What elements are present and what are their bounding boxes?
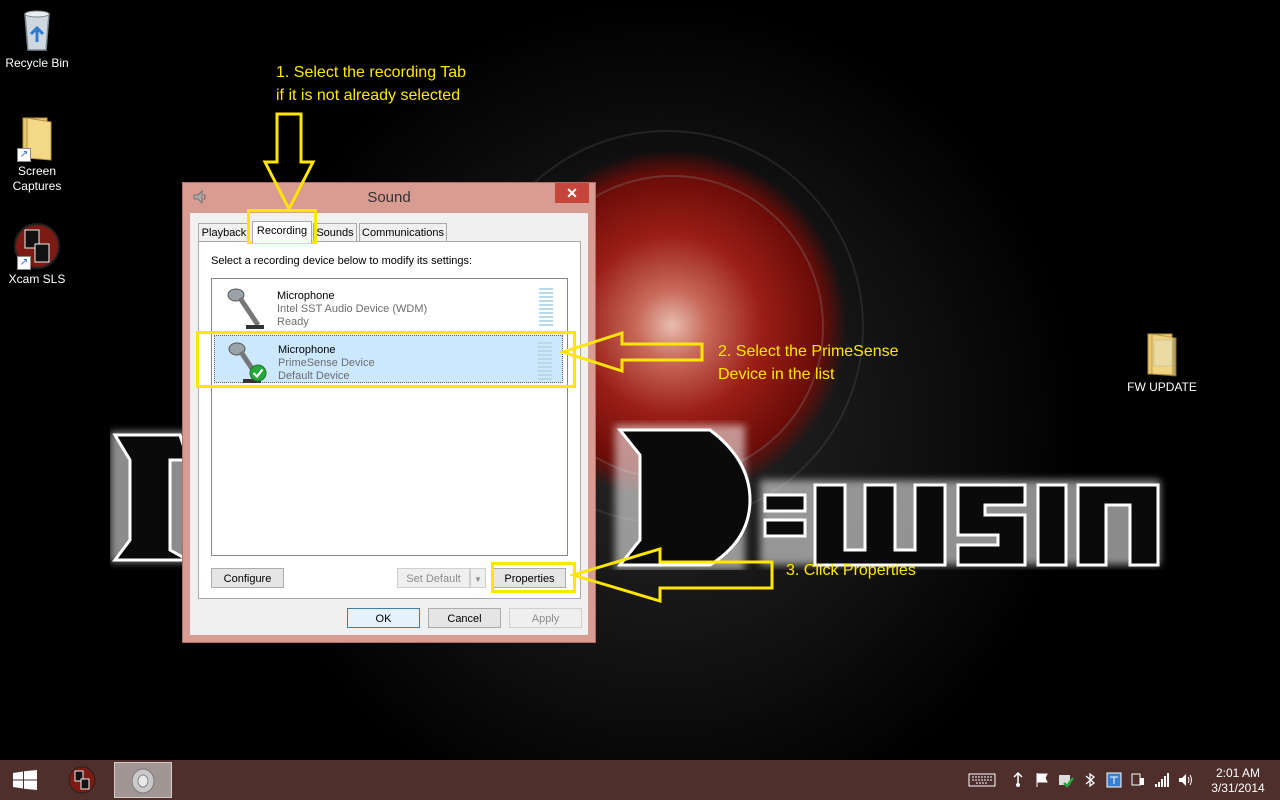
desktop-icon-label: FW UPDATE: [1127, 380, 1197, 394]
tab-playback[interactable]: Playback: [198, 223, 250, 242]
recording-tab-panel: Select a recording device below to modif…: [198, 241, 581, 599]
desktop-icon-label: Xcam SLS: [8, 272, 66, 286]
shortcut-arrow-icon: ↗: [17, 148, 31, 162]
tab-recording[interactable]: Recording: [252, 221, 312, 243]
taskbar: 2:01 AM 3/31/2014: [0, 760, 1280, 800]
apply-button[interactable]: Apply: [509, 608, 582, 628]
annotation-text: 1. Select the recording Tab: [276, 64, 467, 81]
recycle-bin-icon: [13, 6, 61, 54]
security-check-icon[interactable]: [1058, 772, 1074, 788]
set-default-button[interactable]: Set Default: [397, 568, 470, 588]
highlight-primesense-device: [196, 331, 576, 388]
folder-icon: ↗: [13, 114, 61, 162]
device-row-intel-mic[interactable]: Microphone Intel SST Audio Device (WDM) …: [214, 282, 563, 330]
annotation-arrow-down-icon: [262, 112, 316, 212]
language-icon[interactable]: [1106, 772, 1122, 788]
clock-time: 2:01 AM: [1215, 766, 1261, 780]
shortcut-arrow-icon: ↗: [17, 256, 31, 270]
start-button[interactable]: [0, 760, 50, 800]
desktop-icon-xcam-sls[interactable]: ↗ Xcam SLS: [0, 222, 77, 287]
bluetooth-icon[interactable]: [1082, 772, 1098, 788]
clock-date: 3/31/2014: [1211, 781, 1265, 795]
tab-sounds[interactable]: Sounds: [313, 223, 357, 242]
device-driver: Intel SST Audio Device (WDM): [277, 303, 428, 315]
dialog-title: Sound: [367, 189, 411, 206]
desktop-icon-label: Recycle Bin: [5, 56, 69, 70]
volume-icon[interactable]: [1178, 772, 1194, 788]
instruction-text: Select a recording device below to modif…: [211, 255, 473, 267]
ok-button[interactable]: OK: [347, 608, 420, 628]
signal-strength-icon[interactable]: [1154, 772, 1170, 788]
annotation-arrow-left-icon: [570, 546, 774, 604]
desktop-icon-recycle-bin[interactable]: Recycle Bin: [0, 6, 77, 71]
xcam-app-icon: ↗: [13, 222, 61, 270]
microphone-icon: [227, 288, 264, 329]
desktop-icon-fw-update[interactable]: FW UPDATE: [1122, 330, 1202, 395]
close-button[interactable]: ✕: [555, 183, 589, 203]
speaker-icon: [131, 768, 155, 794]
annotation-step3: 3. Click Properties: [786, 562, 916, 579]
chevron-down-icon: ▼: [474, 575, 482, 584]
touch-keyboard-icon[interactable]: [968, 772, 996, 788]
annotation-text: 2. Select the PrimeSense: [718, 343, 899, 360]
xcam-app-icon: [68, 766, 96, 794]
annotation-step1: 1. Select the recording Tab if it is not…: [276, 61, 466, 107]
usb-eject-icon[interactable]: [1010, 772, 1026, 788]
folder-icon: [1138, 330, 1186, 378]
annotation-text: if it is not already selected: [276, 87, 461, 104]
annotation-step2: 2. Select the PrimeSense Device in the l…: [718, 340, 899, 386]
cancel-button[interactable]: Cancel: [428, 608, 501, 628]
system-clock[interactable]: 2:01 AM 3/31/2014: [1208, 766, 1268, 796]
windows-logo-icon: [13, 770, 37, 790]
level-meter: [539, 288, 553, 328]
desktop-icon-label: Screen Captures: [12, 164, 62, 193]
annotation-text: Device in the list: [718, 366, 835, 383]
tab-communications[interactable]: Communications: [359, 223, 447, 242]
device-name: Microphone: [277, 290, 335, 302]
highlight-properties-button: [491, 562, 576, 593]
dialog-titlebar[interactable]: Sound ✕: [183, 183, 595, 211]
recording-device-list[interactable]: Microphone Intel SST Audio Device (WDM) …: [211, 278, 568, 556]
desktop-icon-screen-captures[interactable]: ↗ Screen Captures: [0, 114, 77, 194]
action-center-flag-icon[interactable]: [1034, 772, 1050, 788]
configure-button[interactable]: Configure: [211, 568, 284, 588]
annotation-arrow-left-icon: [560, 330, 704, 374]
set-default-dropdown-button[interactable]: ▼: [470, 568, 486, 588]
device-status: Ready: [277, 316, 309, 328]
taskbar-xcam-button[interactable]: [58, 760, 106, 800]
taskbar-sound-button[interactable]: [114, 762, 172, 798]
network-adapter-icon[interactable]: [1130, 772, 1146, 788]
